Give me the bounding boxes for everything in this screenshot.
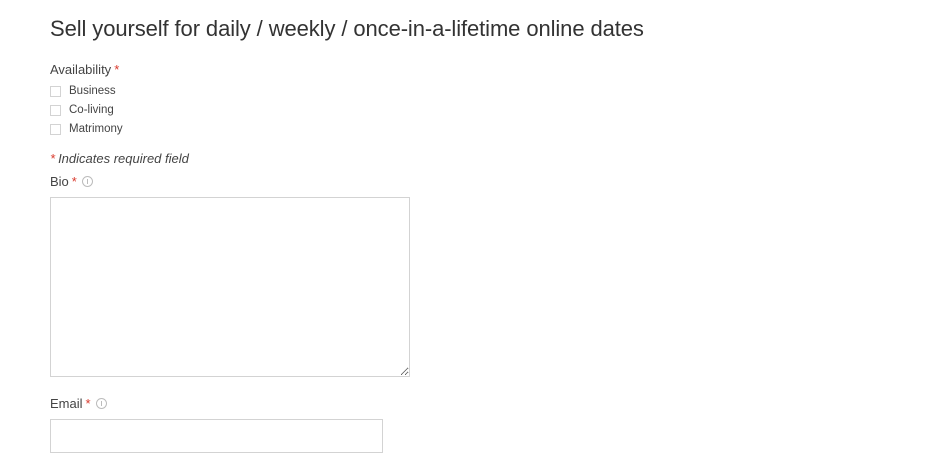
required-asterisk: * xyxy=(114,62,120,77)
checkbox-business-label[interactable]: Business xyxy=(69,85,116,97)
required-asterisk: * xyxy=(50,151,56,166)
checkbox-matrimony-box[interactable] xyxy=(50,123,61,135)
bio-textarea[interactable] xyxy=(50,197,410,377)
checkbox-co-living-label[interactable]: Co-living xyxy=(69,104,114,116)
checkbox-matrimony[interactable]: Matrimony xyxy=(50,122,123,136)
email-input[interactable] xyxy=(50,419,383,453)
bio-label-text: Bio xyxy=(50,174,69,189)
required-note-text: Indicates required field xyxy=(58,151,189,166)
help-circle-icon[interactable] xyxy=(81,176,93,187)
required-field-note: * Indicates required field xyxy=(50,151,189,166)
checkbox-co-living[interactable]: Co-living xyxy=(50,103,114,117)
bio-label: Bio * xyxy=(50,174,93,189)
required-asterisk: * xyxy=(71,174,77,189)
required-asterisk: * xyxy=(85,396,91,411)
email-label: Email * xyxy=(50,396,107,411)
availability-label-text: Availability xyxy=(50,62,112,77)
email-label-text: Email xyxy=(50,396,83,411)
checkbox-business-box[interactable] xyxy=(50,85,61,97)
page-title: Sell yourself for daily / weekly / once-… xyxy=(50,16,644,41)
availability-label: Availability * xyxy=(50,62,119,77)
checkbox-co-living-box[interactable] xyxy=(50,104,61,116)
checkbox-matrimony-label[interactable]: Matrimony xyxy=(69,123,123,135)
help-circle-icon[interactable] xyxy=(95,398,107,409)
checkbox-business[interactable]: Business xyxy=(50,84,116,98)
